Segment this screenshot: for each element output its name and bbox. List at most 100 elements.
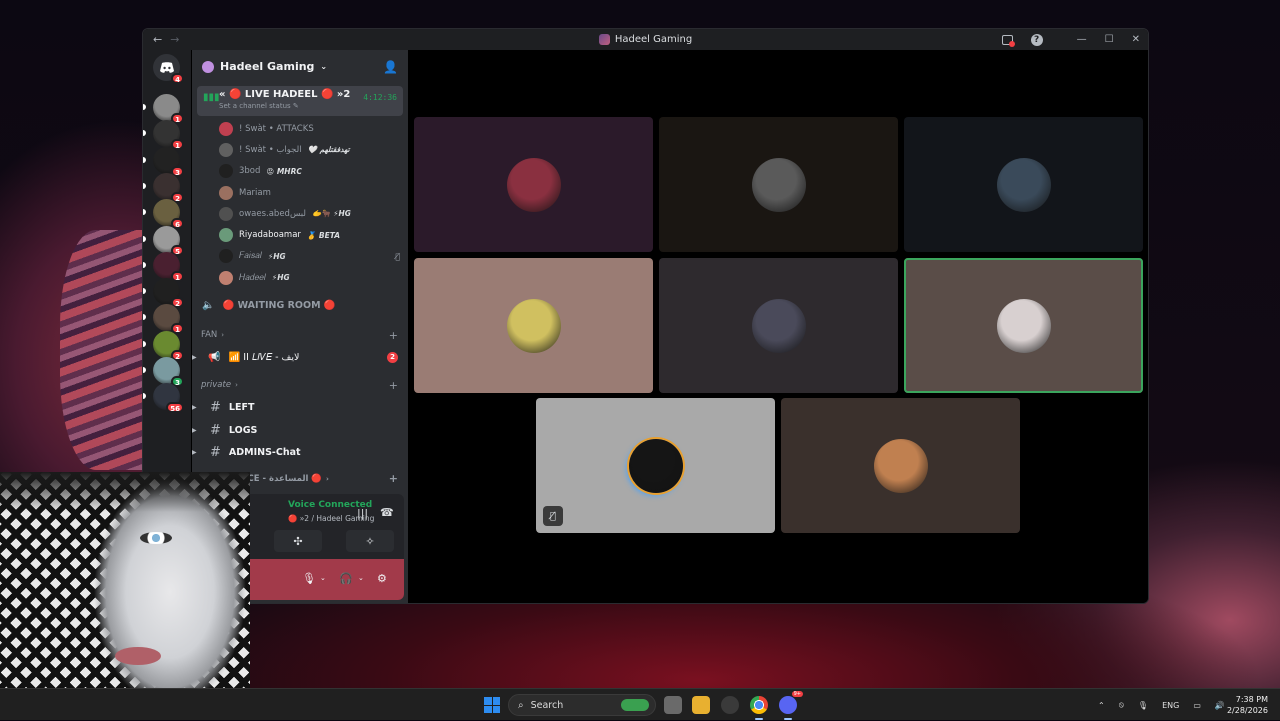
server-icon-3[interactable]: 3 bbox=[143, 146, 184, 177]
server-icon-5[interactable]: 6 bbox=[143, 199, 184, 230]
participant-tile[interactable] bbox=[904, 258, 1143, 393]
noise-suppression-icon[interactable]: ||| bbox=[357, 507, 368, 520]
text-channel-logs[interactable]: ▶ # LOGS bbox=[192, 419, 408, 442]
unread-pill bbox=[143, 288, 146, 295]
mic-options-chevron-icon[interactable]: ⌄ bbox=[320, 574, 326, 582]
inbox-icon[interactable] bbox=[1001, 34, 1015, 47]
language-indicator[interactable]: ENG bbox=[1162, 701, 1179, 710]
voice-member[interactable]: ! Swàt • ATTACKS bbox=[192, 118, 408, 139]
category-fan[interactable]: FAN › + bbox=[192, 324, 408, 346]
server-icon-8[interactable]: 2 bbox=[143, 278, 184, 309]
server-icon bbox=[598, 34, 610, 45]
server-icon-7[interactable]: 1 bbox=[143, 251, 184, 282]
participant-tile[interactable] bbox=[904, 117, 1143, 252]
participant-avatar bbox=[751, 157, 806, 212]
windows-start-icon[interactable] bbox=[484, 697, 500, 713]
participant-tile[interactable] bbox=[659, 258, 898, 393]
disconnect-icon[interactable]: ☎ bbox=[380, 506, 394, 519]
settings-gear-icon[interactable]: ⚙ bbox=[377, 572, 387, 585]
participant-tile[interactable] bbox=[414, 258, 653, 393]
steam-icon[interactable] bbox=[721, 696, 739, 714]
add-channel-icon[interactable]: + bbox=[389, 329, 398, 342]
microphone-icon[interactable]: 🎙 bbox=[302, 572, 316, 585]
volume-icon[interactable]: 🔊 bbox=[1215, 701, 1225, 710]
back-icon[interactable]: ← bbox=[153, 33, 162, 46]
discord-logo-icon bbox=[159, 61, 174, 73]
member-name: Mariam bbox=[239, 187, 271, 198]
participant-tile[interactable] bbox=[781, 398, 1020, 533]
microphone-tray-icon[interactable]: 🎙 bbox=[1138, 701, 1148, 710]
server-icon-1[interactable]: 1 bbox=[143, 94, 184, 124]
member-tag: ⚡HG bbox=[271, 273, 290, 283]
date: 2/28/2026 bbox=[1226, 706, 1268, 715]
tray-overflow-icon[interactable]: ⌃ bbox=[1098, 701, 1105, 710]
search-box[interactable]: ⌕ Search bbox=[508, 694, 656, 716]
maximize-button[interactable]: ☐ bbox=[1105, 34, 1114, 45]
network-off-icon[interactable]: ⦸ bbox=[1119, 700, 1124, 710]
server-header[interactable]: Hadeel Gaming ⌄ 👤 bbox=[192, 50, 408, 83]
voice-channel-active[interactable]: ▮▮▮ « 🔴 LIVE HADEEL 🔴 »2 Set a channel s… bbox=[197, 86, 403, 116]
chevron-down-icon: ⌄ bbox=[320, 62, 328, 71]
chrome-icon[interactable] bbox=[750, 696, 768, 720]
channel-live[interactable]: ▶ 📢 📶 II 𝐿𝐼𝑉𝐸 - لايف 2 bbox=[192, 346, 408, 368]
display-icon[interactable]: ▭ bbox=[1193, 701, 1201, 710]
voice-member[interactable]: ! Swàt • الجواب 🤍 تهدفقتلهم bbox=[192, 139, 408, 160]
voice-member[interactable]: Mariam bbox=[192, 182, 408, 203]
server-icon-2[interactable]: 1 bbox=[143, 120, 184, 151]
member-tag: 🫱🐂 ⚡HG bbox=[311, 209, 351, 219]
server-name: Hadeel Gaming bbox=[220, 60, 315, 73]
forward-icon[interactable]: → bbox=[170, 33, 179, 46]
clock[interactable]: 7:38 PM 2/28/2026 bbox=[1227, 694, 1268, 716]
unread-pill bbox=[143, 340, 146, 347]
add-channel-icon[interactable]: + bbox=[389, 472, 398, 485]
voice-member[interactable]: 3bod 😡 MHRC bbox=[192, 161, 408, 182]
participant-tile[interactable]: 🎙̸ bbox=[536, 398, 775, 533]
system-tray: ⌃ ⦸ 🎙 ENG ▭ 🔊 bbox=[1098, 689, 1225, 721]
voice-member[interactable]: 𝐹𝑎𝑖𝑠𝑎𝑙 ⚡HG 🎙̸ bbox=[192, 246, 408, 267]
hair-shadow bbox=[0, 472, 250, 512]
category-private[interactable]: private › + bbox=[192, 374, 408, 396]
minimize-button[interactable]: — bbox=[1077, 34, 1087, 45]
server-icon-9[interactable]: 1 bbox=[143, 304, 184, 335]
voice-activity-icon: ▮▮▮ bbox=[203, 92, 220, 103]
voice-member[interactable]: 𝐻𝑎𝑑𝑒𝑒𝑙 ⚡HG bbox=[192, 267, 408, 288]
voice-member[interactable]: owaes.abedﻟﺒﺲ 🫱🐂 ⚡HG bbox=[192, 203, 408, 224]
discord-taskbar-icon[interactable]: 9+ bbox=[779, 691, 803, 720]
invite-people-icon[interactable]: 👤 bbox=[383, 60, 398, 74]
add-channel-icon[interactable]: + bbox=[389, 379, 398, 392]
close-button[interactable]: ✕ bbox=[1132, 34, 1140, 45]
server-icon-6[interactable]: 5 bbox=[143, 225, 184, 256]
participant-avatar bbox=[873, 438, 928, 493]
discord-home-button[interactable]: 4 bbox=[153, 54, 184, 84]
voice-member[interactable]: Riyadaboamar 🥇 BETA bbox=[192, 224, 408, 245]
unread-pill bbox=[143, 261, 146, 268]
task-view-icon[interactable] bbox=[664, 696, 682, 714]
member-tag: ⚡HG bbox=[267, 251, 286, 261]
server-icon-4[interactable]: 2 bbox=[143, 172, 184, 203]
participant-tile[interactable] bbox=[659, 117, 898, 252]
text-channel-admins-chat[interactable]: ▶ # ADMINS-Chat bbox=[192, 441, 408, 464]
help-icon[interactable]: ? bbox=[1030, 33, 1043, 46]
activities-button[interactable]: ✣ bbox=[274, 530, 322, 552]
avatar bbox=[219, 228, 233, 243]
headphone-options-chevron-icon[interactable]: ⌄ bbox=[358, 574, 364, 582]
member-name: ! Swàt • الجواب bbox=[239, 144, 302, 155]
unread-pill bbox=[143, 182, 146, 189]
pencil-icon: ✎ bbox=[292, 102, 299, 110]
camera-overlay[interactable] bbox=[0, 472, 250, 720]
windows-taskbar: ⌕ Search 9+ ⌃ ⦸ 🎙 ENG ▭ 🔊 7:38 PM 2/28/2… bbox=[0, 688, 1280, 720]
unread-pill bbox=[143, 104, 146, 110]
participant-tile[interactable] bbox=[414, 117, 653, 252]
avatar bbox=[219, 206, 233, 221]
server-icon-10[interactable]: 2 bbox=[143, 330, 184, 361]
file-explorer-icon[interactable] bbox=[692, 696, 710, 714]
text-channel-left[interactable]: ▶ # LEFT bbox=[192, 396, 408, 419]
channel-status[interactable]: Set a channel status ✎ bbox=[219, 102, 397, 110]
server-icon-11[interactable]: 3 bbox=[143, 357, 184, 387]
member-tag: 🤍 تهدفقتلهم bbox=[307, 145, 350, 155]
channel-name: ADMINS-Chat bbox=[228, 447, 301, 459]
server-icon-12[interactable]: 56 bbox=[143, 383, 184, 414]
headphones-icon[interactable]: 🎧 bbox=[339, 572, 353, 585]
soundboard-button[interactable]: ✧ bbox=[346, 530, 394, 552]
voice-channel-waiting-room[interactable]: 🔈 🔴 WAITING ROOM 🔴 bbox=[192, 294, 408, 316]
